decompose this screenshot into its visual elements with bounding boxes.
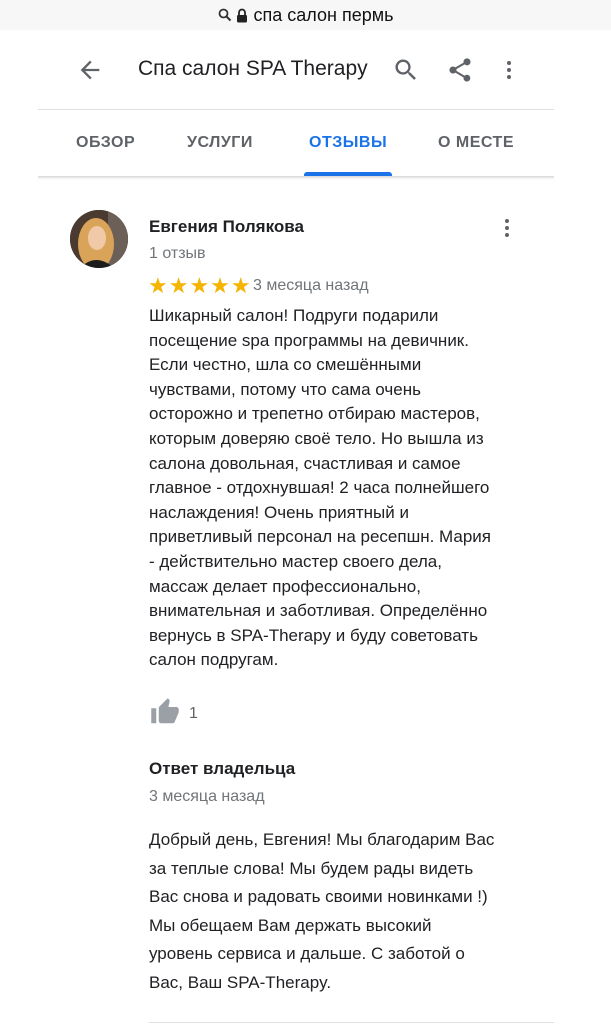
page-title: Спа салон SPA Therapy	[138, 57, 368, 80]
tab-about[interactable]: О МЕСТЕ	[438, 134, 514, 152]
tabs-shadow	[38, 176, 554, 180]
share-icon[interactable]	[446, 56, 474, 84]
like-count: 1	[189, 705, 198, 722]
tab-overview[interactable]: ОБЗОР	[76, 134, 135, 152]
search-icon	[218, 8, 231, 22]
tab-services[interactable]: УСЛУГИ	[187, 134, 253, 152]
arrow-back-icon[interactable]	[76, 56, 104, 84]
thumb-up-icon[interactable]	[149, 697, 181, 727]
reviews-panel: Спа салон SPA Therapy ОБЗОР УСЛУГИ ОТЗЫВ…	[38, 30, 554, 1024]
review-more-icon[interactable]	[497, 216, 517, 240]
review-text: Шикарный салон! Подруги подарили посещен…	[149, 306, 492, 670]
review-date: 3 месяца назад	[253, 277, 369, 294]
left-margin	[0, 30, 38, 1024]
search-icon[interactable]	[392, 56, 420, 84]
right-margin	[573, 30, 611, 1024]
reviewer-name[interactable]: Евгения Полякова	[149, 217, 304, 237]
owner-response-date: 3 месяца назад	[149, 788, 265, 805]
star-rating: ★★★★★	[148, 273, 252, 298]
tab-reviews[interactable]: ОТЗЫВЫ	[309, 134, 387, 152]
tab-bar: ОБЗОР УСЛУГИ ОТЗЫВЫ О МЕСТЕ	[38, 110, 554, 176]
lock-icon	[236, 8, 247, 22]
avatar[interactable]	[70, 210, 128, 268]
owner-response-text: Добрый день, Евгения! Мы благодарим Вас …	[149, 830, 495, 992]
more-vert-icon[interactable]	[497, 56, 521, 84]
owner-response-title: Ответ владельца	[149, 759, 296, 778]
browser-url-bar[interactable]: спа салон пермь	[0, 0, 611, 30]
reviewer-review-count: 1 отзыв	[149, 245, 206, 262]
app-header: Спа салон SPA Therapy	[38, 30, 554, 110]
url-text: спа салон пермь	[253, 4, 394, 25]
review-divider	[149, 1022, 554, 1023]
